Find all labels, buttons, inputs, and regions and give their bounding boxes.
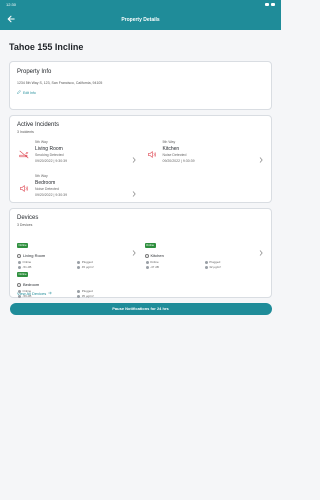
property-info-title: Property Info: [17, 69, 52, 75]
incident-item[interactable]: 5th Way Living Room Smoking Detected 09/…: [17, 140, 137, 168]
active-incidents-card: Active Incidents 3 Incidents 5th Way Liv…: [9, 115, 272, 203]
incident-item[interactable]: 5th Way Kitchen Noise Detected 09/20/202…: [145, 140, 265, 168]
incident-room: Kitchen: [162, 145, 180, 152]
status-icons: [265, 3, 275, 6]
air-quality-icon: [204, 265, 208, 269]
incident-item[interactable]: 5th Way Bedroom Noise Detected 09/20/202…: [17, 174, 137, 202]
incident-room: Bedroom: [35, 179, 56, 186]
status-bar: 12:30: [0, 0, 281, 9]
noise-icon: [17, 182, 31, 194]
signal-icon: [145, 265, 149, 269]
signal-icon: [18, 294, 21, 298]
wifi-icon: [145, 260, 149, 264]
battery-icon: [271, 3, 275, 6]
online-badge: Online: [17, 242, 29, 248]
plug-icon: [77, 289, 81, 293]
incident-floor: 5th Way: [35, 140, 48, 144]
plug-icon: [204, 260, 208, 264]
device-signal: -47 dB: [145, 265, 205, 269]
chevron-right-icon: [132, 150, 137, 163]
devices-count: 3 Devices: [17, 223, 33, 227]
chevron-right-icon: [132, 184, 137, 197]
device-power: Plugged: [77, 289, 136, 293]
incident-floor: 5th Way: [162, 140, 176, 144]
device-item[interactable]: Online Kitchen Online Plugged -47 dB 32 …: [144, 233, 265, 269]
app-bar-title: Property Details: [121, 16, 160, 23]
edit-icon: [17, 90, 21, 95]
chevron-right-icon: [132, 243, 137, 256]
incident-time: 09/20/2022 | 9:30:39: [35, 192, 68, 197]
incident-type: Smoking Detected: [35, 153, 64, 157]
incident-time: 09/20/2022 | 9:30:39: [162, 158, 195, 163]
property-info-card: Property Info 1234 5th Way S, 123, San F…: [9, 61, 272, 110]
incident-time: 09/20/2022 | 9:30:39: [35, 158, 68, 163]
incident-type: Noise Detected: [162, 153, 187, 157]
smoking-icon: [17, 148, 31, 160]
main-content: Tahoe 155 Incline Property Info 1234 5th…: [0, 42, 281, 315]
incident-room: Living Room: [35, 145, 63, 152]
device-status-icon: [17, 253, 21, 258]
incident-floor: 5th Way: [35, 174, 48, 178]
pause-notifications-button[interactable]: Pause Notifications for 24 hrs: [9, 303, 272, 315]
incidents-title: Active Incidents: [17, 122, 60, 128]
device-pm: 35 μg/m³: [77, 294, 136, 298]
incidents-count: 3 Incidents: [17, 130, 34, 134]
incident-type: Noise Detected: [35, 187, 59, 191]
wifi-icon: [18, 289, 21, 293]
noise-icon: [145, 148, 159, 160]
device-name: Kitchen: [150, 253, 164, 258]
device-name: Living Room: [23, 253, 46, 258]
devices-card: Devices 3 Devices Online Living Room Onl…: [9, 208, 272, 298]
device-pm: 32 μg/m³: [204, 265, 264, 269]
page-title: Tahoe 155 Incline: [9, 42, 84, 52]
wifi-icon: [265, 3, 269, 6]
device-item[interactable]: Online Bedroom Online Plugged -59 dB 35 …: [17, 262, 137, 298]
property-address: 1234 5th Way S, 123, San Francisco, Cali…: [17, 81, 103, 85]
app-bar: Property Details: [0, 9, 281, 30]
device-name: Bedroom: [23, 282, 40, 287]
device-status-icon: [17, 282, 21, 287]
device-signal: -59 dB: [18, 294, 77, 298]
device-item[interactable]: Online Living Room Online Plugged -51 dB…: [17, 233, 137, 269]
devices-title: Devices: [17, 215, 39, 221]
online-badge: Online: [144, 242, 156, 248]
online-badge: Online: [17, 271, 29, 277]
air-quality-icon: [77, 294, 81, 298]
device-power: Plugged: [204, 260, 264, 264]
device-status-icon: [144, 253, 149, 258]
device-online: Online: [145, 260, 205, 264]
chevron-right-icon: [259, 243, 264, 256]
chevron-right-icon: [259, 150, 264, 163]
device-online: Online: [18, 289, 77, 293]
edit-info-label: Edit Info: [23, 90, 36, 95]
status-time: 12:30: [6, 2, 17, 7]
back-arrow-icon[interactable]: [6, 14, 16, 24]
edit-info-link[interactable]: Edit Info: [17, 90, 264, 95]
